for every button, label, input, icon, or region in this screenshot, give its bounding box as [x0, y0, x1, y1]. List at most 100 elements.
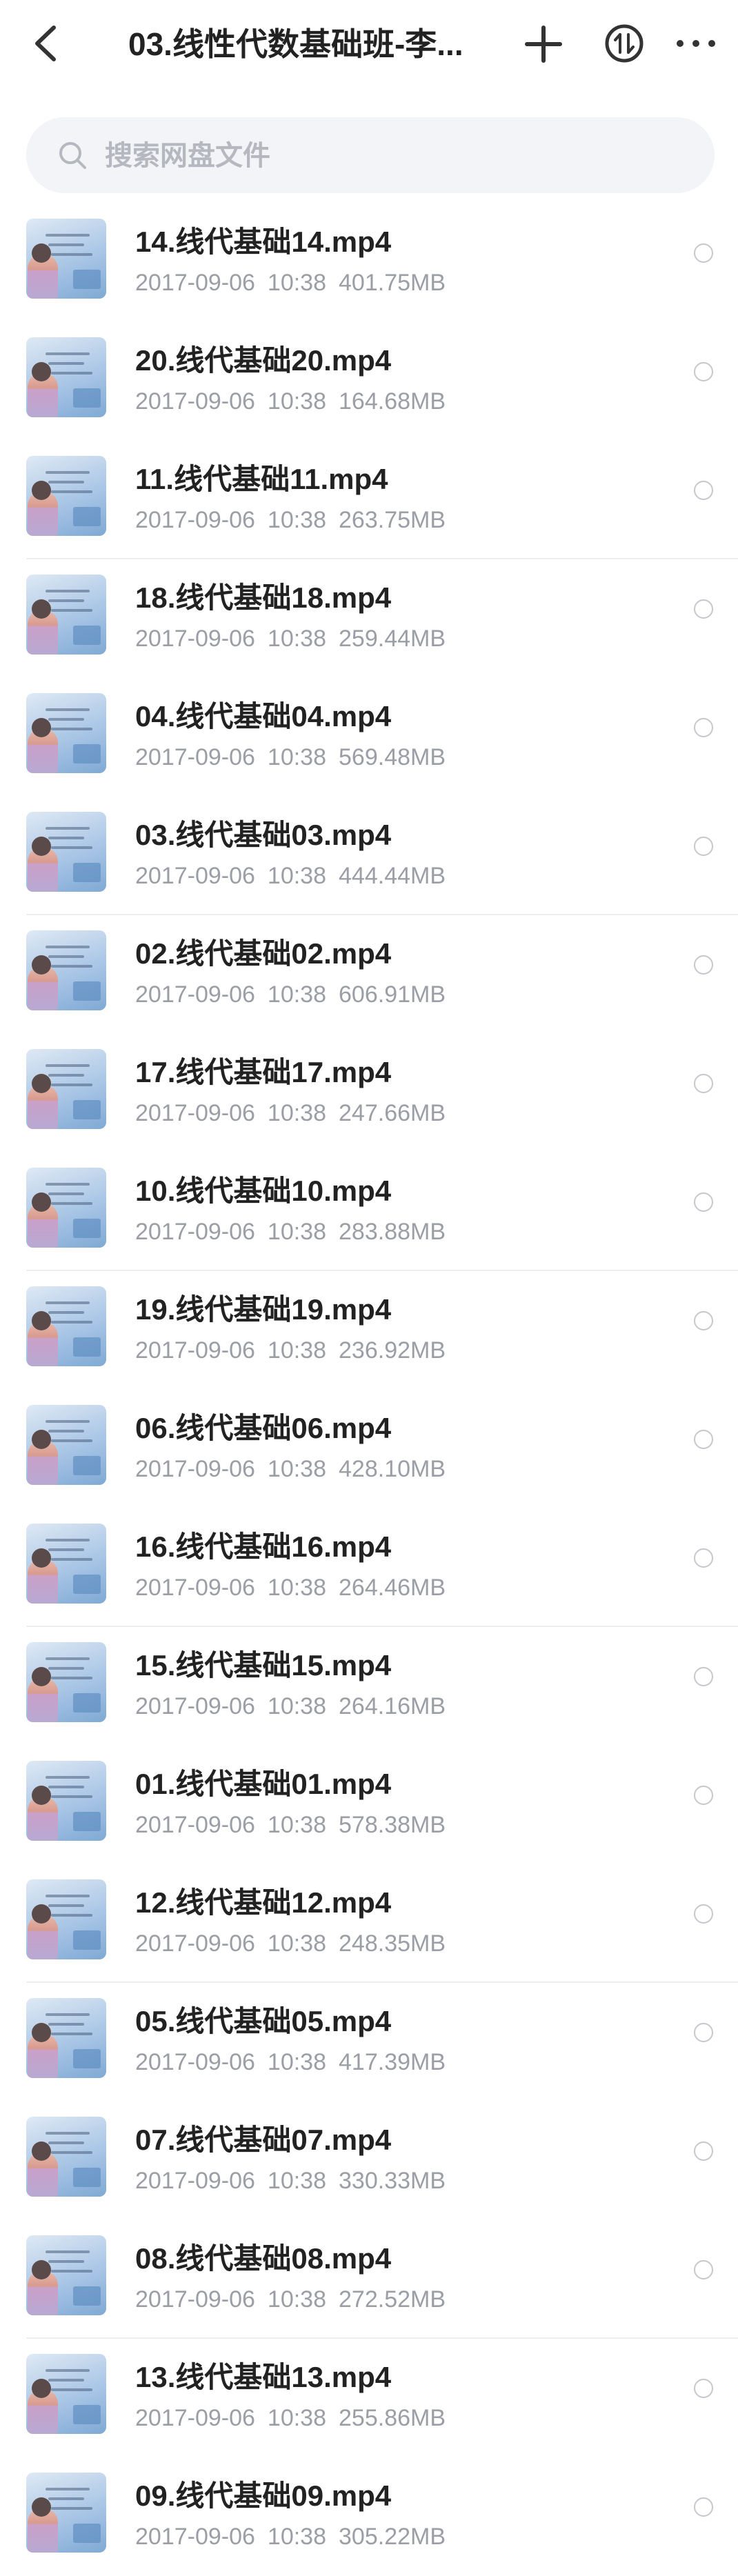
file-row[interactable]: 06.线代基础06.mp4 2017-09-06 10:38 428.10MB [0, 1390, 738, 1508]
search-input[interactable] [103, 131, 672, 181]
file-date: 2017-09-06 [135, 2286, 255, 2313]
file-name: 17.线代基础17.mp4 [135, 1056, 392, 1088]
file-size: 259.44MB [339, 626, 446, 652]
more-button[interactable] [670, 21, 721, 66]
file-row[interactable]: 09.线代基础09.mp4 2017-09-06 10:38 305.22MB [0, 2457, 738, 2576]
file-name: 07.线代基础07.mp4 [135, 2124, 392, 2156]
file-size: 264.46MB [339, 1575, 446, 1601]
file-date: 2017-09-06 [135, 981, 255, 1008]
file-meta: 2017-09-06 10:38 164.68MB [135, 386, 458, 417]
file-time: 10:38 [267, 2524, 327, 2550]
file-row[interactable]: 02.线代基础02.mp4 2017-09-06 10:38 606.91MB [0, 915, 738, 1034]
file-row[interactable]: 11.线代基础11.mp4 2017-09-06 10:38 263.75MB [0, 441, 738, 559]
select-radio[interactable] [694, 1074, 713, 1093]
file-row[interactable]: 12.线代基础12.mp4 2017-09-06 10:38 248.35MB [0, 1864, 738, 1983]
search-bar[interactable] [26, 117, 715, 193]
file-time: 10:38 [267, 981, 327, 1008]
video-thumbnail [26, 456, 106, 536]
file-meta: 2017-09-06 10:38 428.10MB [135, 1453, 458, 1485]
file-date: 2017-09-06 [135, 863, 255, 889]
file-name: 18.线代基础18.mp4 [135, 581, 392, 614]
file-name: 04.线代基础04.mp4 [135, 700, 392, 732]
file-row[interactable]: 18.线代基础18.mp4 2017-09-06 10:38 259.44MB [0, 559, 738, 678]
file-row[interactable]: 13.线代基础13.mp4 2017-09-06 10:38 255.86MB [0, 2339, 738, 2457]
file-name: 14.线代基础14.mp4 [135, 226, 392, 258]
video-thumbnail [26, 2354, 106, 2434]
select-radio[interactable] [694, 2497, 713, 2517]
select-radio[interactable] [694, 599, 713, 619]
file-size: 578.38MB [339, 1812, 446, 1838]
file-row[interactable]: 20.线代基础20.mp4 2017-09-06 10:38 164.68MB [0, 322, 738, 441]
file-row[interactable]: 08.线代基础08.mp4 2017-09-06 10:38 272.52MB [0, 2220, 738, 2339]
video-thumbnail [26, 812, 106, 892]
file-size: 248.35MB [339, 1930, 446, 1957]
file-time: 10:38 [267, 388, 327, 415]
select-radio[interactable] [694, 481, 713, 500]
select-radio[interactable] [694, 2379, 713, 2398]
file-meta: 2017-09-06 10:38 569.48MB [135, 741, 458, 773]
file-row[interactable]: 17.线代基础17.mp4 2017-09-06 10:38 247.66MB [0, 1034, 738, 1152]
select-radio[interactable] [694, 1311, 713, 1330]
file-size: 417.39MB [339, 2049, 446, 2075]
file-row[interactable]: 19.线代基础19.mp4 2017-09-06 10:38 236.92MB [0, 1271, 738, 1390]
file-row[interactable]: 14.线代基础14.mp4 2017-09-06 10:38 401.75MB [0, 203, 738, 322]
file-size: 236.92MB [339, 1337, 446, 1364]
file-name: 16.线代基础16.mp4 [135, 1530, 392, 1563]
file-row[interactable]: 10.线代基础10.mp4 2017-09-06 10:38 283.88MB [0, 1152, 738, 1271]
file-row[interactable]: 01.线代基础01.mp4 2017-09-06 10:38 578.38MB [0, 1746, 738, 1864]
file-meta: 2017-09-06 10:38 255.86MB [135, 2402, 458, 2434]
file-time: 10:38 [267, 1219, 327, 1245]
file-meta: 2017-09-06 10:38 578.38MB [135, 1809, 458, 1841]
file-name: 20.线代基础20.mp4 [135, 344, 392, 377]
file-size: 444.44MB [339, 863, 446, 889]
select-radio[interactable] [694, 718, 713, 737]
file-date: 2017-09-06 [135, 2405, 255, 2431]
file-row[interactable]: 16.线代基础16.mp4 2017-09-06 10:38 264.46MB [0, 1508, 738, 1627]
file-date: 2017-09-06 [135, 2524, 255, 2550]
file-time: 10:38 [267, 507, 327, 533]
file-time: 10:38 [267, 1930, 327, 1957]
file-size: 164.68MB [339, 388, 446, 415]
select-radio[interactable] [694, 1667, 713, 1686]
file-row[interactable]: 04.线代基础04.mp4 2017-09-06 10:38 569.48MB [0, 678, 738, 797]
top-bar: 03.线性代数基础班-李... [0, 0, 738, 90]
file-date: 2017-09-06 [135, 2049, 255, 2075]
file-meta: 2017-09-06 10:38 305.22MB [135, 2521, 458, 2553]
select-radio[interactable] [694, 1548, 713, 1568]
select-radio[interactable] [694, 837, 713, 856]
select-radio[interactable] [694, 1430, 713, 1449]
file-date: 2017-09-06 [135, 1812, 255, 1838]
file-row[interactable]: 03.线代基础03.mp4 2017-09-06 10:38 444.44MB [0, 797, 738, 915]
file-time: 10:38 [267, 1575, 327, 1601]
file-size: 401.75MB [339, 270, 446, 296]
select-radio[interactable] [694, 2260, 713, 2279]
add-button[interactable] [521, 22, 566, 66]
file-date: 2017-09-06 [135, 744, 255, 770]
select-radio[interactable] [694, 243, 713, 263]
file-size: 264.16MB [339, 1693, 446, 1719]
select-radio[interactable] [694, 1904, 713, 1924]
select-radio[interactable] [694, 955, 713, 975]
file-size: 247.66MB [339, 1100, 446, 1126]
file-row[interactable]: 05.线代基础05.mp4 2017-09-06 10:38 417.39MB [0, 1983, 738, 2101]
select-radio[interactable] [694, 1192, 713, 1212]
select-radio[interactable] [694, 2141, 713, 2161]
file-time: 10:38 [267, 1812, 327, 1838]
select-radio[interactable] [694, 1786, 713, 1805]
file-name: 13.线代基础13.mp4 [135, 2361, 392, 2393]
file-name: 11.线代基础11.mp4 [135, 463, 388, 495]
file-time: 10:38 [267, 744, 327, 770]
file-time: 10:38 [267, 863, 327, 889]
file-name: 12.线代基础12.mp4 [135, 1886, 392, 1919]
video-thumbnail [26, 1286, 106, 1366]
file-meta: 2017-09-06 10:38 259.44MB [135, 623, 458, 655]
file-row[interactable]: 07.线代基础07.mp4 2017-09-06 10:38 330.33MB [0, 2101, 738, 2220]
select-radio[interactable] [694, 362, 713, 381]
video-thumbnail [26, 575, 106, 655]
sort-button[interactable] [601, 21, 647, 66]
file-row[interactable]: 15.线代基础15.mp4 2017-09-06 10:38 264.16MB [0, 1627, 738, 1746]
search-icon [59, 142, 86, 169]
back-button[interactable] [23, 19, 72, 68]
file-date: 2017-09-06 [135, 1575, 255, 1601]
select-radio[interactable] [694, 2023, 713, 2042]
